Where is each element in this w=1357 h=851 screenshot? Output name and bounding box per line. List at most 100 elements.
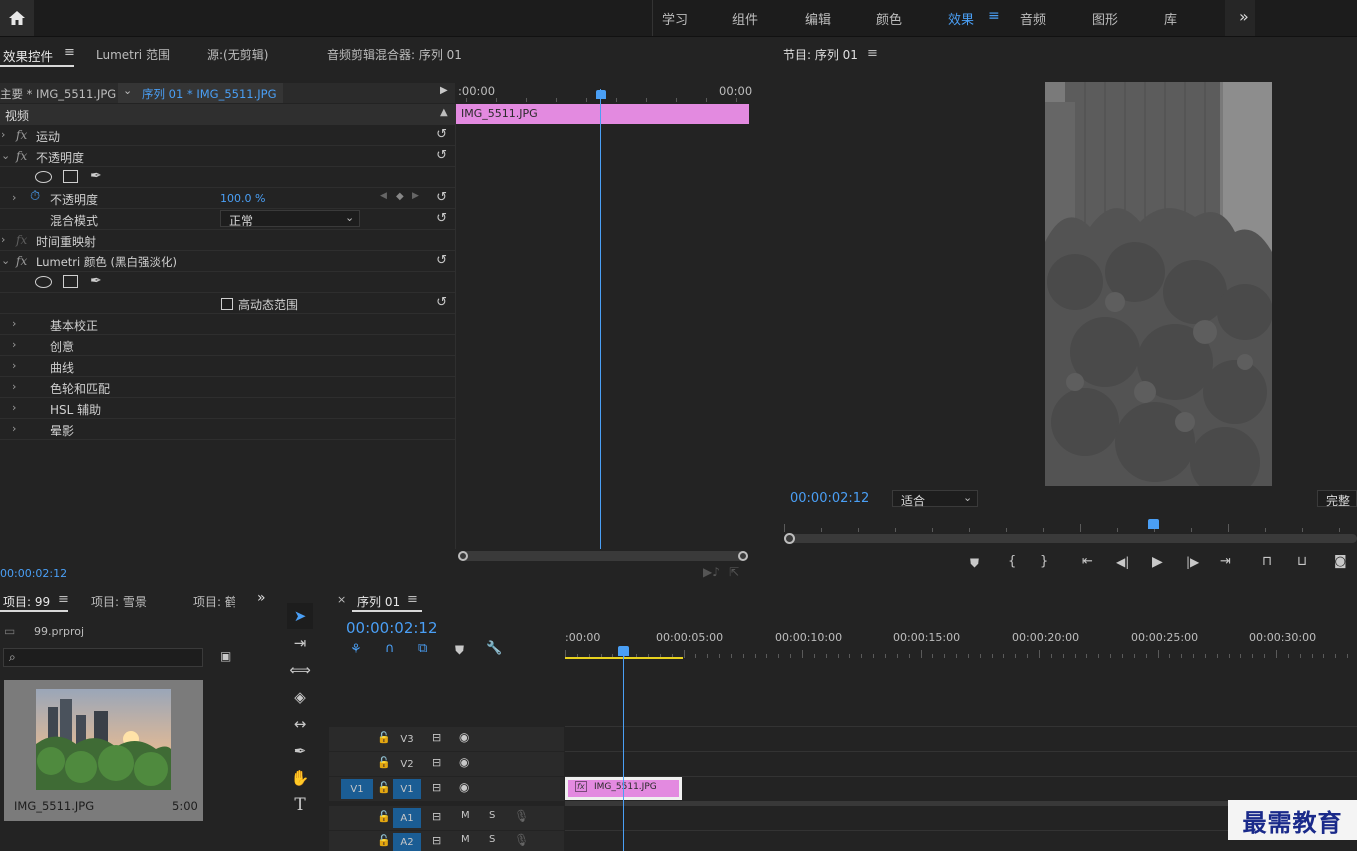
mute-button[interactable]: M bbox=[461, 810, 470, 821]
lumetri-vignette-row[interactable]: › 晕影 bbox=[0, 419, 455, 440]
step-back-icon[interactable]: ◀| bbox=[1116, 555, 1129, 569]
ellipse-mask-icon[interactable] bbox=[35, 276, 52, 288]
effect-playhead-handle[interactable] bbox=[596, 90, 606, 99]
sync-lock-icon[interactable]: ⊟ bbox=[432, 781, 441, 794]
add-keyframe-icon[interactable]: ◆ bbox=[396, 191, 404, 202]
tab-effect-controls[interactable]: 效果控件 bbox=[3, 46, 53, 65]
chevron-right-icon[interactable]: › bbox=[12, 401, 16, 414]
lock-icon[interactable]: 🔓 bbox=[377, 834, 391, 847]
lumetri-wheels-row[interactable]: › 色轮和匹配 bbox=[0, 377, 455, 398]
timeline-ruler[interactable]: :00:00 00:00:05:00 00:00:10:00 00:00:15:… bbox=[565, 628, 1357, 660]
add-marker-icon[interactable]: ⛊ bbox=[970, 556, 979, 571]
panel-menu-icon[interactable]: ≡ bbox=[867, 46, 878, 61]
hdr-checkbox[interactable] bbox=[221, 298, 233, 310]
lock-icon[interactable]: 🔓 bbox=[377, 781, 391, 794]
slip-tool[interactable]: ↔ bbox=[287, 711, 313, 737]
close-icon[interactable]: × bbox=[337, 593, 346, 606]
tab-audio-mixer[interactable]: 音频剪辑混合器: 序列 01 bbox=[327, 46, 462, 63]
tab-project-snow[interactable]: 项目: 雪景 bbox=[91, 593, 147, 610]
reset-icon[interactable]: ↺ bbox=[436, 253, 447, 268]
linked-selection-icon[interactable]: ⧉ bbox=[418, 641, 427, 656]
effect-row-motion[interactable]: › fx 运动 ↺ bbox=[0, 125, 455, 146]
effect-timeline-scrollbar[interactable] bbox=[458, 551, 748, 561]
chevron-right-icon[interactable]: › bbox=[12, 359, 16, 372]
sequence-clip-selector[interactable]: ⌄ 序列 01 * IMG_5511.JPG bbox=[118, 83, 283, 103]
sync-lock-icon[interactable]: ⊟ bbox=[432, 731, 441, 744]
expand-timeline-icon[interactable]: ▶ bbox=[440, 85, 448, 96]
next-keyframe-icon[interactable]: ▶ bbox=[412, 191, 419, 201]
tab-project-crane-clip[interactable]: 项目: 鹤 bbox=[193, 589, 235, 609]
track-target-a2[interactable]: A2 bbox=[393, 833, 421, 851]
workspace-tab-effects[interactable]: 效果 bbox=[948, 9, 974, 28]
export-icon[interactable]: ⇱ bbox=[729, 565, 739, 579]
tab-project-99[interactable]: 项目: 99 bbox=[3, 593, 50, 610]
lift-icon[interactable]: ⊓ bbox=[1262, 554, 1272, 569]
panel-menu-icon[interactable]: ≡ bbox=[407, 592, 418, 607]
snap-magnet-icon[interactable]: ∩ bbox=[385, 641, 395, 656]
fx-icon[interactable]: fx bbox=[16, 149, 27, 163]
chevron-right-icon[interactable]: › bbox=[12, 317, 16, 330]
reset-icon[interactable]: ↺ bbox=[436, 211, 447, 226]
lumetri-hsl-row[interactable]: › HSL 辅助 bbox=[0, 398, 455, 419]
effect-row-opacity[interactable]: ⌄ fx 不透明度 ↺ bbox=[0, 146, 455, 167]
new-bin-icon[interactable]: ▣ bbox=[220, 649, 231, 663]
home-button[interactable] bbox=[0, 0, 34, 36]
project-search-input[interactable]: ⌕ bbox=[3, 648, 203, 667]
fx-icon[interactable]: fx bbox=[16, 128, 27, 142]
mark-out-icon[interactable]: } bbox=[1040, 554, 1048, 569]
ripple-edit-tool[interactable]: ⟺ bbox=[287, 657, 313, 683]
more-workspaces[interactable]: » bbox=[1225, 0, 1255, 36]
fx-icon[interactable]: fx bbox=[16, 233, 27, 247]
program-monitor-title[interactable]: 节目: 序列 01 bbox=[783, 46, 858, 63]
workspace-tab-graphics[interactable]: 图形 bbox=[1092, 9, 1118, 28]
scroll-handle-left[interactable] bbox=[784, 533, 795, 544]
lock-icon[interactable]: 🔓 bbox=[377, 810, 391, 823]
reset-icon[interactable]: ↺ bbox=[436, 295, 447, 310]
scroll-handle-left[interactable] bbox=[458, 551, 468, 561]
export-frame-camera-icon[interactable]: ◙ bbox=[1334, 554, 1347, 569]
lumetri-basic-row[interactable]: › 基本校正 bbox=[0, 314, 455, 335]
type-tool[interactable]: T bbox=[287, 792, 313, 818]
microphone-icon[interactable]: 🎙 bbox=[514, 833, 529, 847]
chevron-down-icon[interactable]: ⌄ bbox=[1, 254, 10, 267]
effect-timeline-ruler[interactable]: :00:00 00:00 bbox=[456, 83, 764, 103]
work-area-bar[interactable] bbox=[565, 657, 683, 659]
hand-tool[interactable]: ✋ bbox=[287, 765, 313, 791]
chevron-right-icon[interactable]: › bbox=[12, 422, 16, 435]
timeline-playhead-handle[interactable] bbox=[618, 646, 629, 656]
reset-icon[interactable]: ↺ bbox=[436, 148, 447, 163]
lumetri-creative-row[interactable]: › 创意 bbox=[0, 335, 455, 356]
microphone-icon[interactable]: 🎙 bbox=[514, 809, 529, 823]
pen-mask-icon[interactable]: ✒ bbox=[90, 273, 102, 289]
pen-tool[interactable]: ✒ bbox=[287, 738, 313, 764]
workspace-tab-audio[interactable]: 音频 bbox=[1020, 9, 1046, 28]
eye-icon[interactable]: ◉ bbox=[459, 755, 469, 769]
program-zoom-scrollbar[interactable] bbox=[784, 533, 1357, 544]
lock-icon[interactable]: 🔓 bbox=[377, 731, 391, 744]
chevron-right-icon[interactable]: › bbox=[1, 233, 5, 246]
workspace-tab-editing[interactable]: 编辑 bbox=[805, 9, 831, 28]
chevron-right-icon[interactable]: › bbox=[1, 128, 5, 141]
play-audio-icon[interactable]: ▶♪ bbox=[703, 565, 720, 579]
mark-in-icon[interactable]: { bbox=[1008, 554, 1016, 569]
workspace-menu-icon[interactable]: ≡ bbox=[988, 8, 1000, 24]
project-clip-thumbnail[interactable]: IMG_5511.JPG 5:00 bbox=[4, 680, 203, 821]
chevron-right-icon[interactable]: › bbox=[12, 338, 16, 351]
ellipse-mask-icon[interactable] bbox=[35, 171, 52, 183]
track-select-tool[interactable]: ⇥ bbox=[287, 630, 313, 656]
eye-icon[interactable]: ◉ bbox=[459, 730, 469, 744]
sync-lock-icon[interactable]: ⊟ bbox=[432, 756, 441, 769]
source-patch-v1[interactable]: V1 bbox=[341, 779, 373, 799]
eye-icon[interactable]: ◉ bbox=[459, 780, 469, 794]
scroll-handle-right[interactable] bbox=[738, 551, 748, 561]
program-timecode[interactable]: 00:00:02:12 bbox=[790, 491, 869, 506]
chevron-right-icon[interactable]: › bbox=[12, 191, 16, 204]
tab-source[interactable]: 源:(无剪辑) bbox=[207, 46, 268, 63]
chevron-right-icon[interactable]: › bbox=[12, 380, 16, 393]
zoom-select[interactable]: 适合 ⌄ bbox=[892, 490, 978, 508]
effect-timeline-clip[interactable]: IMG_5511.JPG bbox=[456, 104, 749, 124]
timeline-timecode[interactable]: 00:00:02:12 bbox=[346, 619, 438, 637]
solo-button[interactable]: S bbox=[489, 810, 495, 821]
lumetri-curves-row[interactable]: › 曲线 bbox=[0, 356, 455, 377]
workspace-tab-libraries[interactable]: 库 bbox=[1164, 9, 1177, 28]
